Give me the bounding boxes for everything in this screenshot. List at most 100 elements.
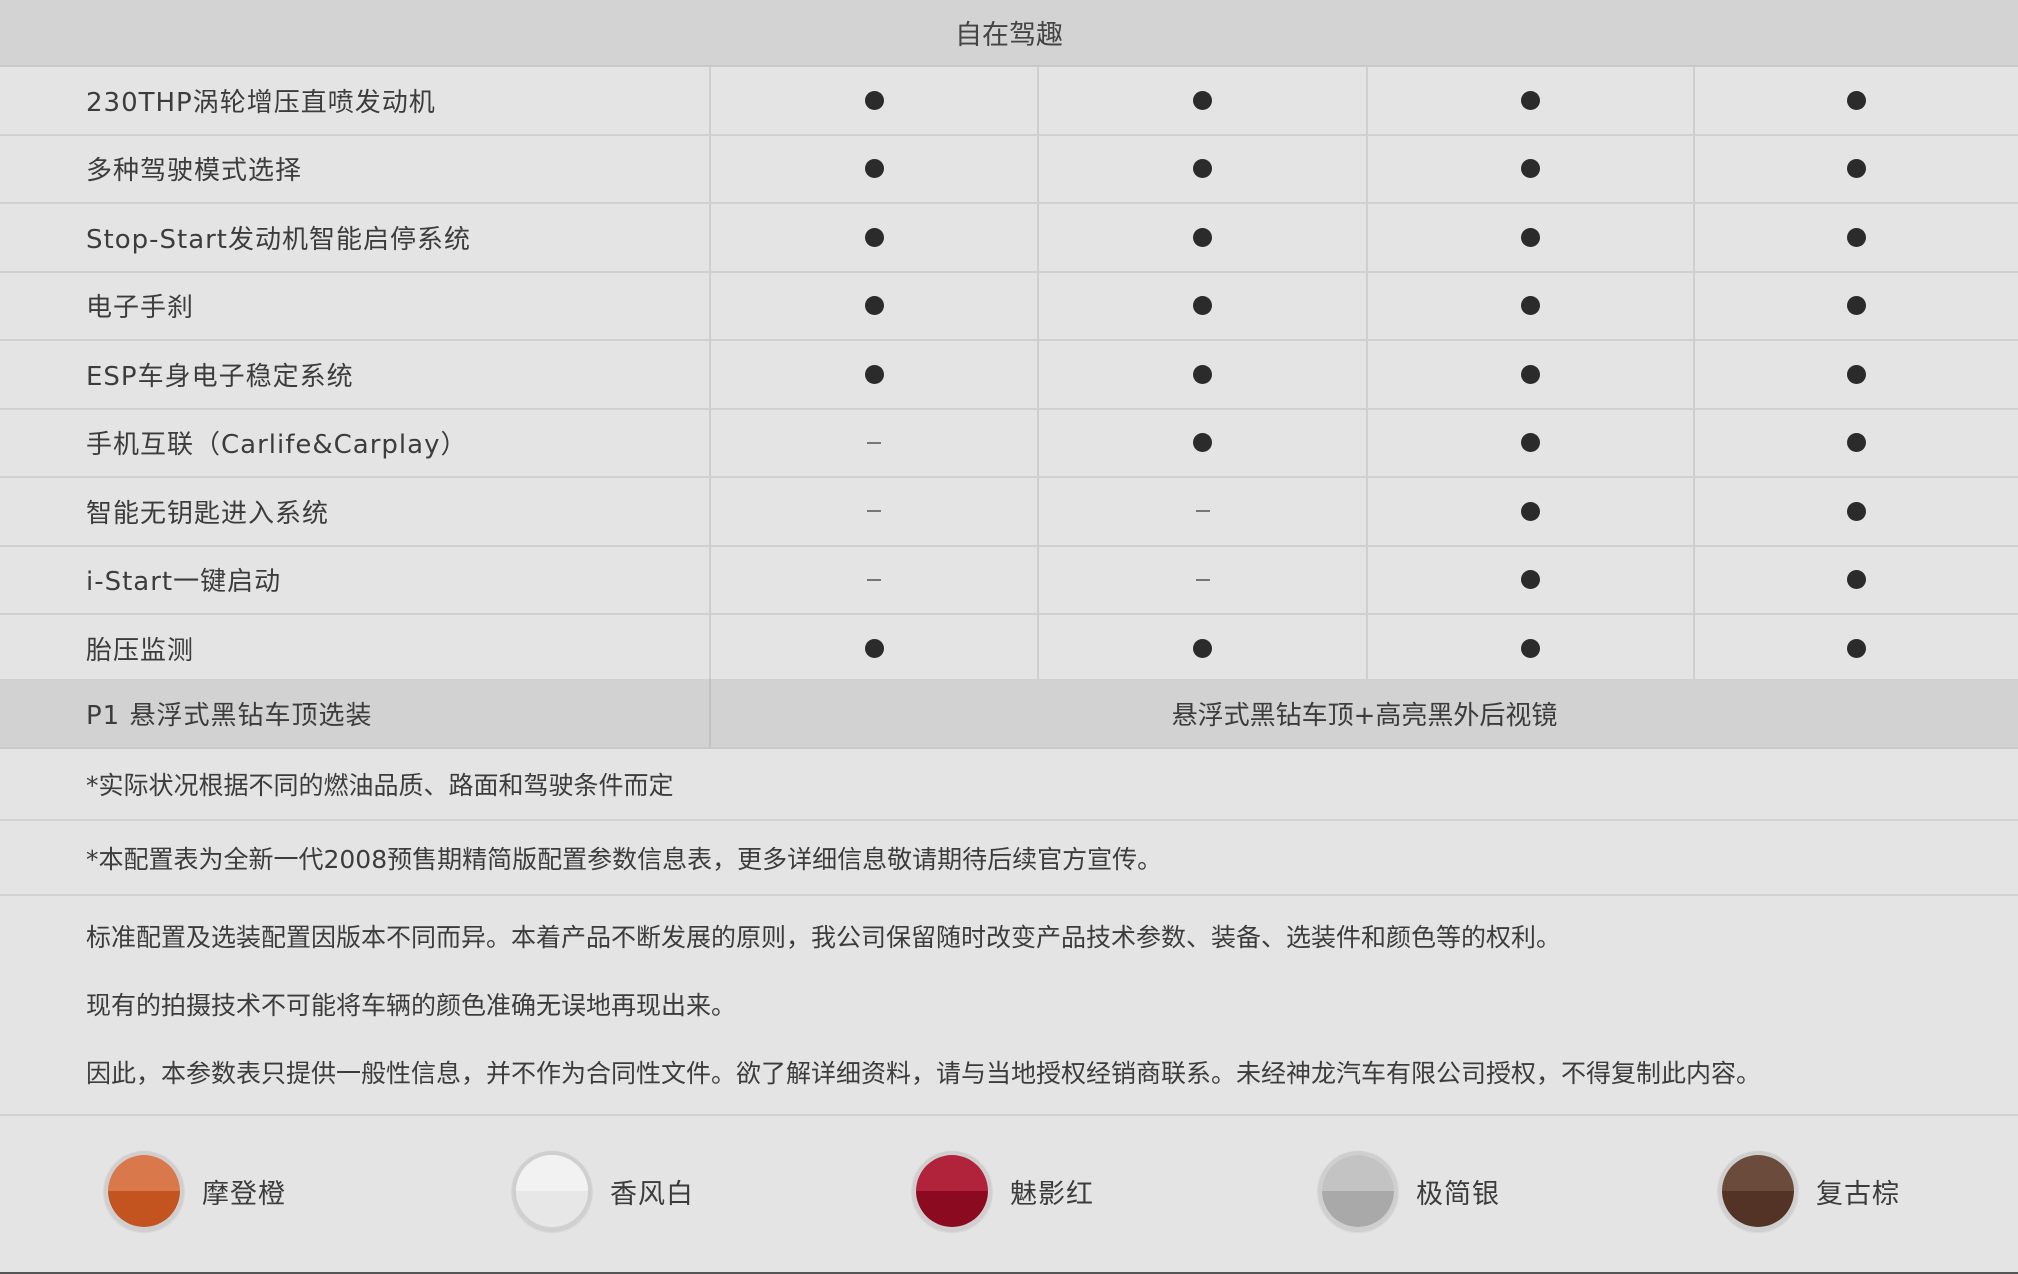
color-swatch: 魅影红	[912, 1151, 1094, 1231]
color-swatch: 复古棕	[1718, 1151, 1900, 1231]
feature-cell	[1039, 615, 1368, 682]
feature-table: 230THP涡轮增压直喷发动机 多种驾驶模式选择 Stop-Start发动机智能启停…	[0, 67, 2018, 684]
color-circle-icon	[912, 1151, 992, 1231]
standard-dot-icon	[1847, 159, 1866, 179]
color-name: 魅影红	[1010, 1178, 1094, 1210]
feature-cell	[1368, 615, 1695, 682]
table-row: i-Start一键启动	[0, 546, 2018, 615]
standard-dot-icon	[864, 638, 884, 658]
section-title: 自在驾趣	[955, 20, 1063, 51]
feature-cell	[1368, 204, 1695, 271]
standard-dot-icon	[1847, 433, 1866, 453]
feature-cell	[1368, 135, 1695, 202]
standard-dot-icon	[864, 364, 884, 384]
option-row: P1 悬浮式黑钻车顶选装 悬浮式黑钻车顶+高亮黑外后视镜	[0, 679, 2018, 749]
feature-cell	[1695, 341, 2018, 408]
table-row: ESP车身电子稳定系统	[0, 341, 2018, 410]
feature-label: 多种驾驶模式选择	[0, 135, 711, 202]
standard-dot-icon	[864, 90, 884, 110]
standard-dot-icon	[1521, 501, 1540, 521]
standard-dot-icon	[1847, 501, 1866, 521]
standard-dot-icon	[864, 227, 884, 247]
color-swatch: 香风白	[512, 1151, 694, 1231]
feature-cell	[1695, 547, 2018, 614]
feature-cell	[1695, 410, 2018, 477]
standard-dot-icon	[1193, 433, 1212, 453]
standard-dot-icon	[1521, 90, 1540, 110]
feature-cell	[711, 409, 1039, 476]
not-available-dash-icon	[867, 441, 881, 444]
feature-cell	[711, 615, 1039, 682]
standard-dot-icon	[1521, 364, 1540, 384]
standard-dot-icon	[1847, 90, 1866, 110]
feature-cell	[1039, 546, 1368, 613]
feature-label: 胎压监测	[0, 615, 711, 682]
feature-cell	[1039, 204, 1368, 271]
feature-cell	[1368, 546, 1695, 613]
feature-cell	[1039, 67, 1368, 134]
feature-cell	[1368, 67, 1695, 134]
standard-dot-icon	[1847, 570, 1866, 590]
table-row: 手机互联（Carlife&Carplay）	[0, 409, 2018, 478]
disclaimer-line-1: 标准配置及选装配置因版本不同而异。本着产品不断发展的原则，我公司保留随时改变产品…	[86, 923, 1562, 952]
standard-dot-icon	[1847, 227, 1866, 247]
feature-cell	[711, 341, 1039, 408]
feature-cell	[1368, 478, 1695, 545]
feature-cell	[711, 135, 1039, 202]
standard-dot-icon	[1847, 296, 1866, 316]
feature-cell	[711, 478, 1039, 545]
standard-dot-icon	[864, 159, 884, 179]
feature-label: ESP车身电子稳定系统	[0, 341, 711, 408]
color-circle-icon	[104, 1151, 184, 1231]
color-circle-icon	[1718, 1151, 1798, 1231]
standard-dot-icon	[1847, 364, 1866, 384]
feature-cell	[1695, 615, 2018, 682]
color-name: 极简银	[1416, 1178, 1500, 1210]
standard-dot-icon	[864, 296, 884, 316]
color-name: 复古棕	[1816, 1178, 1900, 1210]
table-row: Stop-Start发动机智能启停系统	[0, 204, 2018, 273]
not-available-dash-icon	[867, 510, 881, 513]
note-presale: *本配置表为全新一代2008预售期精简版配置参数信息表，更多详细信息敬请期待后续…	[0, 821, 2018, 896]
standard-dot-icon	[1521, 159, 1540, 179]
standard-dot-icon	[1193, 638, 1212, 658]
color-circle-icon	[1318, 1151, 1398, 1231]
table-row: 230THP涡轮增压直喷发动机	[0, 67, 2018, 136]
color-circle-icon	[512, 1151, 592, 1231]
feature-cell	[711, 272, 1039, 339]
option-label: P1 悬浮式黑钻车顶选装	[0, 679, 711, 747]
color-name: 摩登橙	[202, 1178, 286, 1210]
color-options: 摩登橙 香风白 魅影红 极简银 复古棕	[0, 1118, 2018, 1274]
feature-cell	[1039, 478, 1368, 545]
feature-label: 230THP涡轮增压直喷发动机	[0, 67, 711, 134]
feature-label: 智能无钥匙进入系统	[0, 478, 711, 545]
feature-cell	[1695, 478, 2018, 545]
feature-cell	[1695, 273, 2018, 340]
feature-cell	[1039, 272, 1368, 339]
section-header: 自在驾趣	[0, 0, 2018, 67]
disclaimer: 标准配置及选装配置因版本不同而异。本着产品不断发展的原则，我公司保留随时改变产品…	[0, 896, 2018, 1116]
feature-cell	[711, 204, 1039, 271]
standard-dot-icon	[1193, 159, 1212, 179]
feature-cell	[1695, 204, 2018, 271]
table-row: 智能无钥匙进入系统	[0, 478, 2018, 547]
color-name: 香风白	[610, 1178, 694, 1210]
standard-dot-icon	[1521, 227, 1540, 247]
feature-label: Stop-Start发动机智能启停系统	[0, 204, 711, 271]
standard-dot-icon	[1193, 296, 1212, 316]
disclaimer-line-3: 因此，本参数表只提供一般性信息，并不作为合同性文件。欲了解详细资料，请与当地授权…	[86, 1059, 1762, 1088]
feature-cell	[1368, 341, 1695, 408]
feature-label: 电子手刹	[0, 272, 711, 339]
standard-dot-icon	[1193, 364, 1212, 384]
standard-dot-icon	[1521, 433, 1540, 453]
table-row: 胎压监测	[0, 615, 2018, 684]
standard-dot-icon	[1521, 638, 1540, 658]
feature-cell	[1695, 67, 2018, 134]
feature-cell	[1039, 135, 1368, 202]
feature-cell	[1368, 409, 1695, 476]
table-row: 电子手刹	[0, 272, 2018, 341]
color-swatch: 极简银	[1318, 1151, 1500, 1231]
feature-cell	[1368, 272, 1695, 339]
color-swatch: 摩登橙	[104, 1151, 286, 1231]
feature-cell	[1695, 136, 2018, 203]
